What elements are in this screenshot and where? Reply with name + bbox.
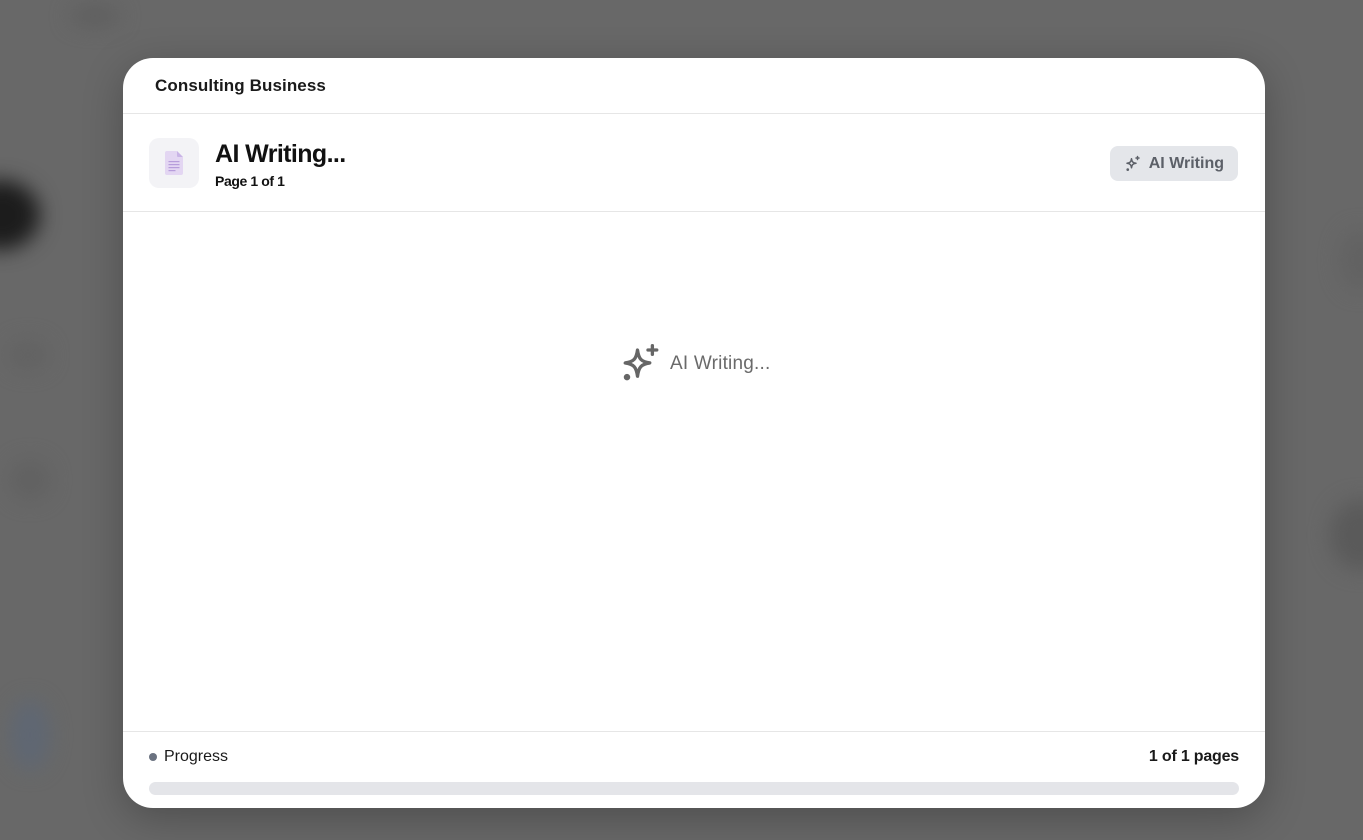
document-title: AI Writing... bbox=[215, 139, 346, 168]
background-blur-shape bbox=[1330, 500, 1363, 570]
document-content-area: AI Writing... bbox=[123, 212, 1265, 730]
background-blur-shape bbox=[10, 700, 50, 770]
ai-writing-button-label: AI Writing bbox=[1148, 154, 1224, 172]
progress-status-dot bbox=[149, 753, 157, 761]
background-blur-shape bbox=[0, 180, 40, 250]
document-header: AI Writing... Page 1 of 1 AI Writing bbox=[123, 114, 1265, 212]
progress-info-row: Progress 1 of 1 pages bbox=[149, 732, 1239, 782]
document-icon bbox=[165, 150, 183, 175]
progress-bar bbox=[149, 782, 1239, 795]
ai-writing-status: AI Writing... bbox=[620, 343, 770, 385]
ai-writing-button[interactable]: AI Writing bbox=[1109, 146, 1238, 181]
modal-title: Consulting Business bbox=[155, 75, 326, 95]
background-blur-shape bbox=[8, 340, 48, 370]
pages-count: 1 of 1 pages bbox=[1148, 748, 1239, 765]
background-blur-shape bbox=[1340, 230, 1363, 290]
ai-writing-status-text: AI Writing... bbox=[670, 353, 771, 374]
document-icon-container bbox=[149, 137, 199, 188]
sparkles-icon bbox=[1126, 155, 1140, 171]
modal-header: Consulting Business bbox=[123, 58, 1265, 114]
background-blur-shape bbox=[10, 460, 50, 500]
document-modal: Consulting Business AI Writing... Page 1… bbox=[123, 58, 1265, 808]
document-title-block: AI Writing... Page 1 of 1 bbox=[215, 139, 346, 189]
progress-footer: Progress 1 of 1 pages bbox=[123, 731, 1265, 808]
background-blur-shape bbox=[70, 6, 120, 26]
progress-label-group: Progress bbox=[149, 748, 228, 766]
sparkles-icon bbox=[623, 343, 659, 381]
progress-label: Progress bbox=[164, 748, 229, 765]
document-page-info: Page 1 of 1 bbox=[215, 172, 285, 189]
